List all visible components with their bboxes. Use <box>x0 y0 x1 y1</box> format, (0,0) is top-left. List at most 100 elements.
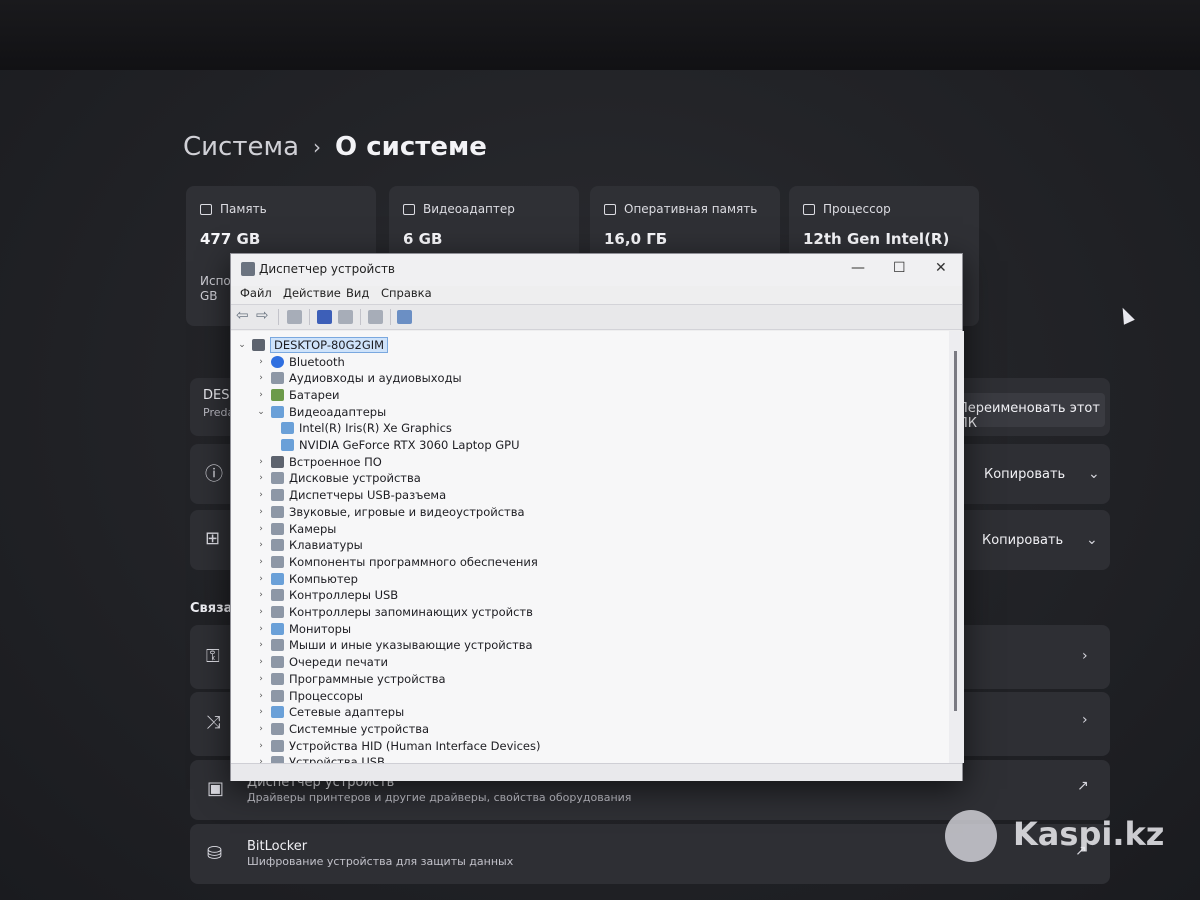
related-row-title: BitLocker <box>247 839 308 854</box>
tree-device-label: NVIDIA GeForce RTX 3060 Laptop GPU <box>299 438 520 452</box>
tree-category[interactable]: › Встроенное ПО <box>255 453 382 470</box>
chevron-right-icon[interactable]: › <box>255 540 267 550</box>
properties-icon[interactable] <box>287 310 302 324</box>
tree-category[interactable]: › Диспетчеры USB-разъема <box>255 487 446 504</box>
tree-category[interactable]: › Контроллеры запоминающих устройств <box>255 604 533 621</box>
tree-category-label: Дисковые устройства <box>289 471 421 486</box>
chevron-right-icon[interactable]: › <box>255 557 267 567</box>
tree-category[interactable]: › Сетевые адаптеры <box>255 704 404 721</box>
monitor-icon[interactable] <box>397 310 412 324</box>
chevron-right-icon[interactable]: › <box>255 524 267 534</box>
copy-button[interactable]: Копировать <box>984 467 1065 482</box>
chevron-right-icon[interactable]: › <box>255 640 267 650</box>
tree-category-label: Контроллеры запоминающих устройств <box>289 605 533 619</box>
chevron-right-icon[interactable]: › <box>255 507 267 517</box>
minimize-button[interactable]: — <box>851 260 865 276</box>
monitor-icon <box>271 622 284 635</box>
bitlocker-icon: ⛁ <box>207 843 223 864</box>
forward-icon[interactable]: ⇨ <box>256 306 271 324</box>
breadcrumb-parent[interactable]: Система <box>183 132 299 162</box>
copy-button[interactable]: Копировать <box>982 533 1063 548</box>
chevron-right-icon[interactable]: › <box>255 457 267 467</box>
toolbar: ⇦ ⇨ <box>231 304 962 330</box>
menu-file[interactable]: Файл <box>240 286 272 300</box>
gpu-icon <box>403 203 415 215</box>
chevron-right-icon[interactable]: › <box>255 357 267 367</box>
help-icon[interactable] <box>317 310 332 324</box>
device-manager-icon: ▣ <box>207 778 225 799</box>
tree-category[interactable]: › Bluetooth <box>255 353 345 370</box>
chevron-down-icon[interactable]: ⌄ <box>1086 532 1098 548</box>
disk-icon <box>271 472 284 485</box>
scrollbar-thumb[interactable] <box>954 351 957 711</box>
vertical-scrollbar[interactable] <box>949 331 964 763</box>
tree-category[interactable]: › Очереди печати <box>255 654 388 671</box>
tree-device[interactable]: Intel(R) Iris(R) Xe Graphics <box>277 420 452 437</box>
maximize-button[interactable]: ☐ <box>893 260 906 276</box>
chevron-right-icon[interactable]: › <box>255 624 267 634</box>
tree-category[interactable]: › Звуковые, игровые и видеоустройства <box>255 503 524 520</box>
tree-category[interactable]: › Системные устройства <box>255 720 429 737</box>
title-bar[interactable]: Диспетчер устройств — ☐ ✕ <box>231 254 962 286</box>
menu-action[interactable]: Действие <box>283 286 341 300</box>
tree-category[interactable]: › Батареи <box>255 386 339 403</box>
chevron-right-icon[interactable]: › <box>255 574 267 584</box>
menu-view[interactable]: Вид <box>346 286 369 300</box>
tree-category[interactable]: › Камеры <box>255 520 336 537</box>
tree-root[interactable]: ⌄ DESKTOP-80G2GIM <box>236 336 389 353</box>
rename-pc-button[interactable]: Переименовать этот ПК <box>950 393 1105 431</box>
close-button[interactable]: ✕ <box>935 260 947 276</box>
spec-card-label: Оперативная память <box>624 202 758 216</box>
tree-category-label: Камеры <box>289 521 337 536</box>
chevron-right-icon[interactable]: › <box>1082 648 1088 664</box>
chevron-right-icon[interactable]: › <box>255 473 267 483</box>
chevron-right-icon[interactable]: › <box>255 674 267 684</box>
tree-category[interactable]: ⌄ Видеоадаптеры <box>255 403 386 420</box>
tree-category[interactable]: › Мониторы <box>255 620 351 637</box>
chevron-right-icon[interactable]: › <box>1082 712 1088 728</box>
remote-desktop-icon: ⤨ <box>206 712 221 733</box>
chevron-right-icon[interactable]: › <box>255 607 267 617</box>
usb-icon <box>271 489 284 502</box>
chevron-right-icon[interactable]: › <box>255 657 267 667</box>
spec-card-label: Память <box>220 202 267 216</box>
software-device-icon <box>271 672 284 685</box>
tree-category[interactable]: › Клавиатуры <box>255 537 363 554</box>
chevron-right-icon[interactable]: › <box>255 590 267 600</box>
tree-category[interactable]: › Процессоры <box>255 687 363 704</box>
tree-category-label: Системные устройства <box>289 721 430 736</box>
tree-category[interactable]: › Дисковые устройства <box>255 470 421 487</box>
chevron-right-icon[interactable]: › <box>255 741 267 751</box>
tree-device[interactable]: NVIDIA GeForce RTX 3060 Laptop GPU <box>277 437 520 454</box>
tree-category[interactable]: › Компьютер <box>255 570 358 587</box>
chevron-right-icon[interactable]: › <box>255 707 267 717</box>
tree-category[interactable]: › Компоненты программного обеспечения <box>255 553 538 570</box>
view-icon[interactable] <box>338 310 353 324</box>
tree-category[interactable]: › Контроллеры USB <box>255 587 398 604</box>
chevron-right-icon[interactable]: › <box>255 691 267 701</box>
tree-root-label: DESKTOP-80G2GIM <box>270 336 389 353</box>
tree-category-label: Клавиатуры <box>289 538 363 553</box>
chevron-right-icon[interactable]: › <box>255 373 267 383</box>
chevron-down-icon[interactable]: ⌄ <box>255 407 267 417</box>
chevron-right-icon[interactable]: › <box>255 490 267 500</box>
tree-category[interactable]: › Программные устройства <box>255 670 445 687</box>
device-manager-app-icon <box>241 262 255 276</box>
tree-category[interactable]: › Мыши и иные указывающие устройства <box>255 637 532 654</box>
back-icon[interactable]: ⇦ <box>236 306 251 324</box>
external-link-icon[interactable]: ↗ <box>1077 778 1089 794</box>
chevron-right-icon[interactable]: › <box>255 724 267 734</box>
menu-bar: Файл Действие Вид Справка <box>231 284 962 304</box>
tree-category[interactable]: › Аудиовходы и аудиовыходы <box>255 370 462 387</box>
chevron-down-icon[interactable]: ⌄ <box>1088 466 1100 482</box>
device-manager-window[interactable]: Диспетчер устройств — ☐ ✕ Файл Действие … <box>230 253 964 781</box>
menu-help[interactable]: Справка <box>381 286 432 300</box>
scan-hardware-icon[interactable] <box>368 310 383 324</box>
chevron-down-icon[interactable]: ⌄ <box>236 340 248 350</box>
tree-category-label: Аудиовходы и аудиовыходы <box>289 371 462 386</box>
chevron-right-icon[interactable]: › <box>255 390 267 400</box>
related-row-subtitle: Шифрование устройства для защиты данных <box>247 855 514 868</box>
tree-category[interactable]: › Устройства HID (Human Interface Devices… <box>255 737 540 754</box>
tree-category-label: Очереди печати <box>289 655 388 670</box>
tree-category[interactable]: › Устройства USB <box>255 754 385 763</box>
